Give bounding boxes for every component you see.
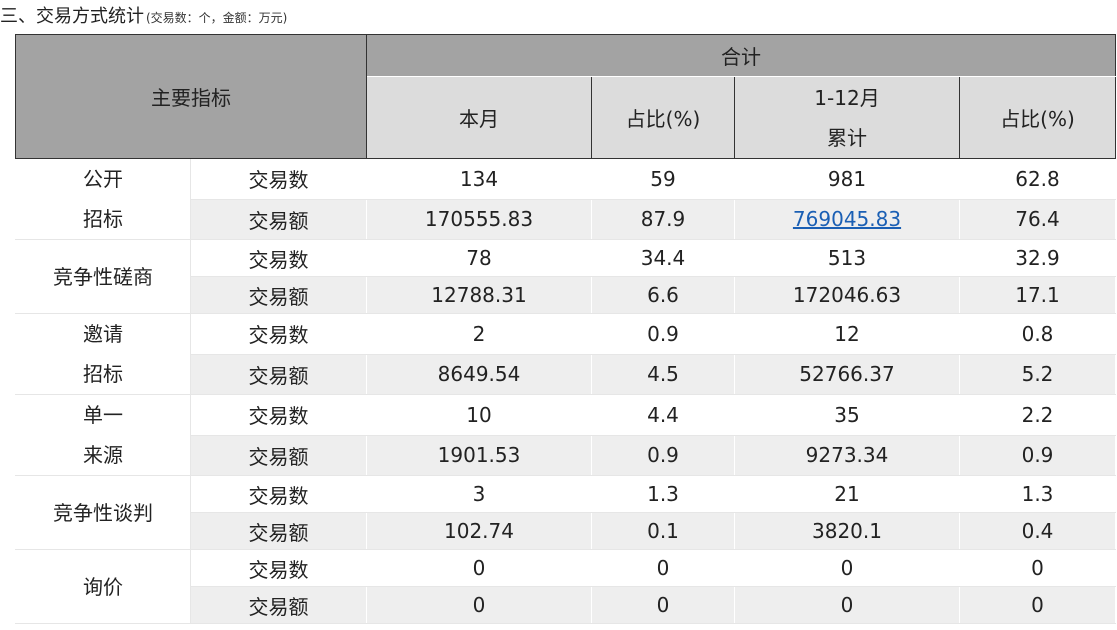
method-name: 公开 招标 <box>15 158 191 240</box>
cumulative-value: 12 <box>734 313 960 355</box>
cumulative-share: 62.8 <box>959 158 1116 200</box>
cumulative-share: 0.4 <box>959 512 1116 550</box>
method-name-line: 竞争性谈判 <box>53 500 153 525</box>
cumulative-share: 76.4 <box>959 198 1116 240</box>
cumulative-value: 0 <box>734 586 960 624</box>
header-total: 合计 <box>366 34 1116 77</box>
month-share: 0.9 <box>591 434 735 476</box>
cumulative-share: 17.1 <box>959 276 1116 314</box>
cumulative-value: 9273.34 <box>734 434 960 476</box>
metric-label: 交易额 <box>190 512 367 550</box>
cumulative-value: 981 <box>734 158 960 200</box>
month-value: 170555.83 <box>366 198 592 240</box>
method-name-line: 单一 <box>83 403 123 427</box>
header-main-indicator: 主要指标 <box>15 34 367 159</box>
month-share: 1.3 <box>591 475 735 513</box>
month-share: 4.4 <box>591 394 735 436</box>
cumulative-value: 52766.37 <box>734 353 960 395</box>
method-name-line: 公开 <box>83 167 123 191</box>
header-cumulative-line1: 1-12月 <box>814 85 880 110</box>
unit-note: (交易数：个，金额：万元) <box>146 11 288 25</box>
metric-label: 交易数 <box>190 394 367 436</box>
method-name: 竞争性谈判 <box>15 475 191 550</box>
cumulative-share: 0.8 <box>959 313 1116 355</box>
table-row: 询价 交易数 0 0 0 0 <box>15 549 1116 624</box>
header-this-month: 本月 <box>366 76 592 159</box>
cumulative-value: 513 <box>734 239 960 277</box>
table-row: 竞争性谈判 交易数 3 1.3 21 1.3 <box>15 475 1116 550</box>
month-share: 4.5 <box>591 353 735 395</box>
section-title: 三、交易方式统计 <box>0 6 144 27</box>
method-name-line: 邀请 <box>83 322 123 346</box>
month-value: 3 <box>366 475 592 513</box>
cumulative-share: 0.9 <box>959 434 1116 476</box>
method-name-line: 招标 <box>83 207 123 231</box>
method-name-line: 来源 <box>83 443 123 467</box>
transaction-method-table: 主要指标 合计 本月 占比(%) 1-12月 累计 占比(%) 公开 招标 交易数 1… <box>15 34 1116 624</box>
method-name: 邀请 招标 <box>15 313 191 395</box>
metric-label: 交易额 <box>190 198 367 240</box>
month-share: 59 <box>591 158 735 200</box>
metric-label: 交易数 <box>190 158 367 200</box>
month-share: 34.4 <box>591 239 735 277</box>
metric-label: 交易额 <box>190 586 367 624</box>
month-value: 134 <box>366 158 592 200</box>
method-name: 询价 <box>15 549 191 624</box>
month-share: 0.1 <box>591 512 735 550</box>
cumulative-share: 0 <box>959 549 1116 587</box>
table-row: 邀请 招标 交易数 2 0.9 12 0.8 <box>15 313 1116 395</box>
header-share-cumulative: 占比(%) <box>959 76 1116 159</box>
cumulative-value: 35 <box>734 394 960 436</box>
metric-label: 交易额 <box>190 276 367 314</box>
metric-label: 交易数 <box>190 475 367 513</box>
month-share: 0 <box>591 586 735 624</box>
cumulative-share: 0 <box>959 586 1116 624</box>
method-name-line: 询价 <box>83 574 123 599</box>
month-share: 6.6 <box>591 276 735 314</box>
cumulative-value-link[interactable]: 769045.83 <box>793 207 901 231</box>
cumulative-share: 32.9 <box>959 239 1116 277</box>
month-value: 0 <box>366 549 592 587</box>
cumulative-value: 0 <box>734 549 960 587</box>
month-value: 0 <box>366 586 592 624</box>
metric-label: 交易数 <box>190 549 367 587</box>
month-value: 102.74 <box>366 512 592 550</box>
cumulative-share: 2.2 <box>959 394 1116 436</box>
metric-label: 交易数 <box>190 239 367 277</box>
month-value: 2 <box>366 313 592 355</box>
metric-label: 交易额 <box>190 434 367 476</box>
table-row: 竞争性磋商 交易数 78 34.4 513 32.9 <box>15 239 1116 314</box>
cumulative-value: 172046.63 <box>734 276 960 314</box>
metric-label: 交易数 <box>190 313 367 355</box>
header-cumulative-line2: 累计 <box>827 125 867 150</box>
header-cumulative: 1-12月 累计 <box>734 76 960 159</box>
method-name: 竞争性磋商 <box>15 239 191 314</box>
method-name-line: 竞争性磋商 <box>53 264 153 289</box>
month-share: 0 <box>591 549 735 587</box>
cumulative-share: 5.2 <box>959 353 1116 395</box>
month-share: 0.9 <box>591 313 735 355</box>
cumulative-value: 21 <box>734 475 960 513</box>
method-name-line: 招标 <box>83 362 123 386</box>
table-row: 公开 招标 交易数 134 59 981 62.8 <box>15 158 1116 240</box>
header-share-month: 占比(%) <box>591 76 735 159</box>
table-body: 公开 招标 交易数 134 59 981 62.8 交易额 170555.83 87.9 76904… <box>15 158 1116 624</box>
cumulative-value: 769045.83 <box>734 198 960 240</box>
section-heading: 三、交易方式统计 (交易数：个，金额：万元) <box>0 5 287 29</box>
cumulative-share: 1.3 <box>959 475 1116 513</box>
table-row: 单一 来源 交易数 10 4.4 35 2.2 <box>15 394 1116 476</box>
method-name: 单一 来源 <box>15 394 191 476</box>
month-value: 12788.31 <box>366 276 592 314</box>
month-value: 78 <box>366 239 592 277</box>
month-share: 87.9 <box>591 198 735 240</box>
metric-label: 交易额 <box>190 353 367 395</box>
month-value: 8649.54 <box>366 353 592 395</box>
month-value: 10 <box>366 394 592 436</box>
cumulative-value: 3820.1 <box>734 512 960 550</box>
month-value: 1901.53 <box>366 434 592 476</box>
